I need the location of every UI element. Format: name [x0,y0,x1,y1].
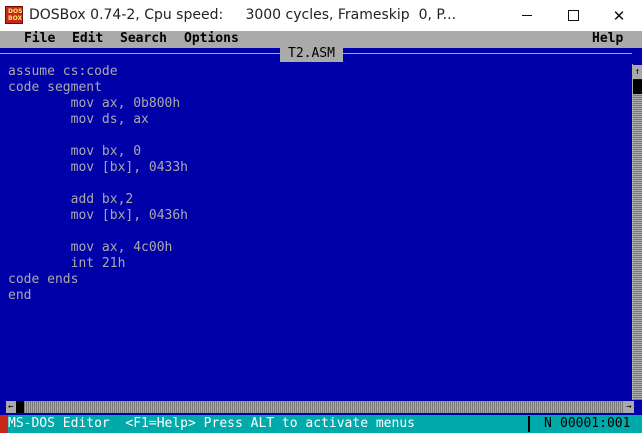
code-line[interactable]: mov ax, 4c00h [8,240,628,256]
status-marker [0,415,8,433]
horizontal-scroll-track[interactable] [16,401,624,413]
minimize-icon [522,15,532,16]
vertical-scroll-track[interactable] [633,80,642,400]
maximize-button[interactable] [550,0,596,31]
code-line[interactable]: add bx,2 [8,192,628,208]
maximize-icon [567,10,579,21]
vertical-scroll-thumb[interactable] [633,80,642,94]
code-line[interactable] [8,128,628,144]
code-line[interactable] [8,224,628,240]
close-icon: ✕ [612,6,626,25]
icon-text-bottom: BOX [8,15,23,22]
status-mode: N [544,416,552,431]
code-line[interactable]: int 21h [8,256,628,272]
code-line[interactable]: mov bx, 0 [8,144,628,160]
status-bar: MS-DOS Editor <F1=Help> Press ALT to act… [0,415,642,433]
horizontal-scrollbar[interactable]: ← → [0,399,634,415]
dosbox-app-icon[interactable]: DOS BOX [5,6,23,24]
menu-options[interactable]: Options [184,31,239,47]
menu-bar: File Edit Search Options Help [0,31,642,47]
horizontal-scroll-thumb[interactable] [16,401,24,413]
vertical-scrollbar[interactable]: ↑ [632,64,642,400]
close-button[interactable]: ✕ [596,0,642,31]
code-line[interactable]: mov ds, ax [8,112,628,128]
status-message: MS-DOS Editor <F1=Help> Press ALT to act… [8,416,415,431]
code-line[interactable]: mov [bx], 0436h [8,208,628,224]
scroll-right-arrow-icon[interactable]: → [624,401,634,413]
menu-file[interactable]: File [24,31,55,47]
menu-help[interactable]: Help [592,31,623,47]
code-line[interactable]: code ends [8,272,628,288]
scroll-up-arrow-icon[interactable]: ↑ [633,65,642,79]
code-line[interactable]: end [8,288,628,304]
status-divider [528,416,530,432]
editor-filename: T2.ASM [280,46,343,62]
window-titlebar: DOS BOX DOSBox 0.74-2, Cpu speed: 3000 c… [0,0,642,31]
minimize-button[interactable] [504,0,550,31]
code-line[interactable]: mov ax, 0b800h [8,96,628,112]
code-line[interactable] [8,176,628,192]
code-line[interactable]: assume cs:code [8,64,628,80]
window-title: DOSBox 0.74-2, Cpu speed: 3000 cycles, F… [29,7,457,23]
code-text-area[interactable]: assume cs:code code segment mov ax, 0b80… [8,64,628,400]
scroll-left-arrow-icon[interactable]: ← [6,401,16,413]
code-line[interactable]: mov [bx], 0433h [8,160,628,176]
cursor-position: 00001:001 [560,416,631,431]
code-line[interactable]: code segment [8,80,628,96]
menu-edit[interactable]: Edit [72,31,103,47]
menu-search[interactable]: Search [120,31,167,47]
dos-screen: File Edit Search Options Help T2.ASM ass… [0,31,642,433]
